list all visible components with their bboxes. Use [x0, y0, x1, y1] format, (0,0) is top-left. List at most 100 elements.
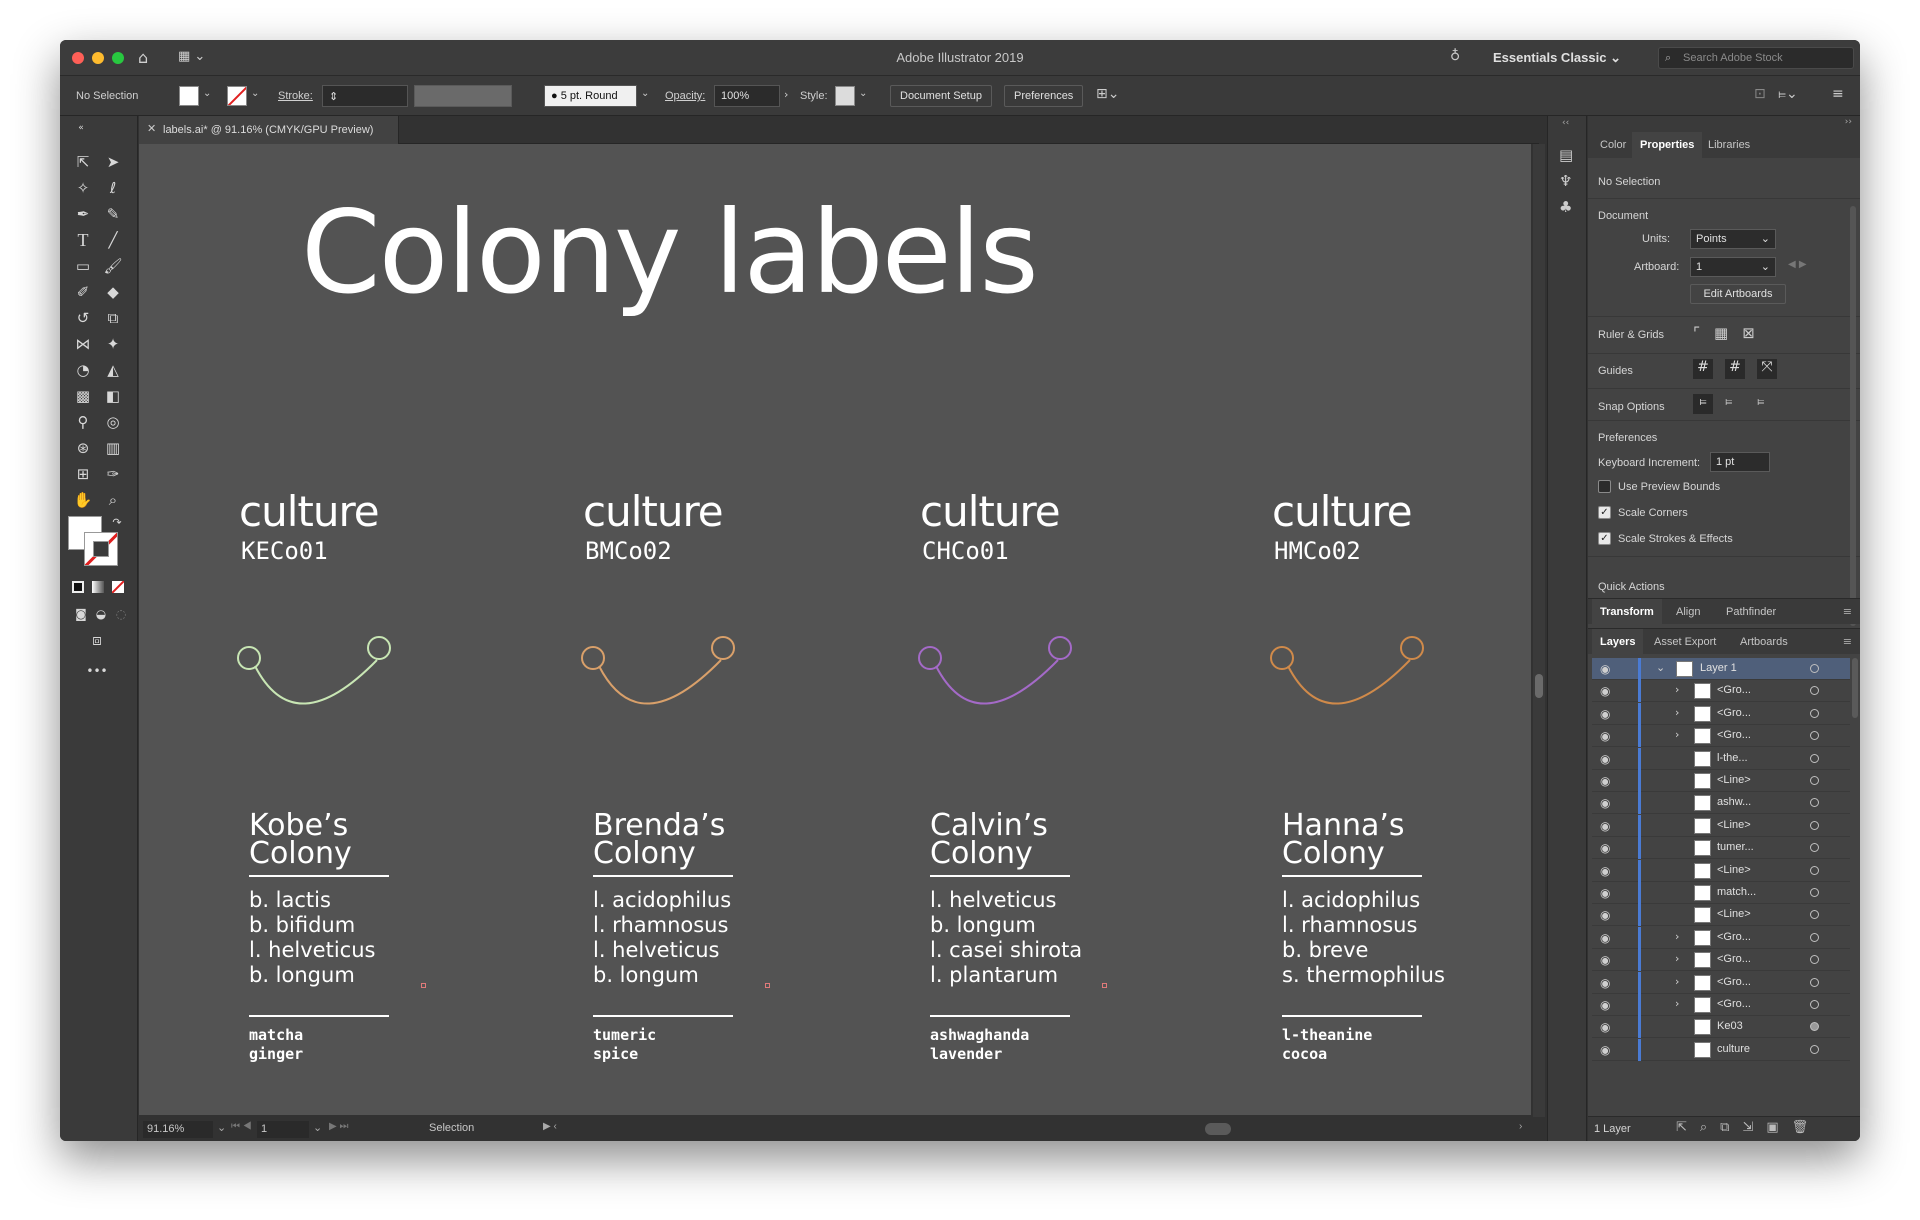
transform-menu-icon[interactable]: ≡	[1843, 605, 1852, 618]
layer-name[interactable]: <Line>	[1717, 819, 1751, 831]
eraser-tool-icon[interactable]: ◆	[102, 282, 124, 302]
layer-row[interactable]: ◉ › <Gro...	[1592, 680, 1850, 703]
layer-name[interactable]: l-the...	[1717, 752, 1748, 764]
paintbrush-tool-icon[interactable]: 🖌	[102, 256, 124, 276]
zoom-dropdown-icon[interactable]: ⌄	[217, 1121, 226, 1134]
style-dropdown-icon[interactable]: ⌄	[859, 88, 867, 99]
slice-tool-icon[interactable]: ✑	[102, 464, 124, 484]
visibility-eye-icon[interactable]: ◉	[1600, 931, 1610, 945]
status-text[interactable]: Selection	[429, 1122, 474, 1134]
visibility-eye-icon[interactable]: ◉	[1600, 864, 1610, 878]
expand-arrow-icon[interactable]: ›	[1675, 706, 1679, 719]
collapse-panel-icon[interactable]: ››	[1845, 117, 1852, 127]
scroll-right-icon[interactable]: ›	[1519, 1121, 1522, 1132]
layer-row[interactable]: ◉ match...	[1592, 882, 1850, 904]
layer-name[interactable]: <Gro...	[1717, 931, 1751, 943]
layer-row[interactable]: ◉ tumer...	[1592, 837, 1850, 860]
target-circle-icon[interactable]	[1810, 843, 1819, 853]
type-tool-icon[interactable]: T	[72, 230, 94, 250]
transform-icon[interactable]: ⊡	[1754, 86, 1766, 102]
visibility-eye-icon[interactable]: ◉	[1600, 707, 1610, 721]
layer-row[interactable]: ◉ › <Gro...	[1592, 926, 1850, 949]
visibility-eye-icon[interactable]: ◉	[1600, 976, 1610, 990]
control-menu-icon[interactable]: ≡	[1832, 86, 1844, 102]
target-circle-icon[interactable]	[1810, 753, 1819, 763]
layers-scrollbar[interactable]	[1852, 658, 1858, 718]
horizontal-scroll-thumb[interactable]	[1205, 1123, 1231, 1135]
shaper-tool-icon[interactable]: ✐	[72, 282, 94, 302]
stroke-color-box[interactable]	[84, 532, 118, 566]
vertical-scroll-thumb[interactable]	[1535, 674, 1543, 698]
visibility-eye-icon[interactable]: ◉	[1600, 998, 1610, 1012]
close-tab-icon[interactable]: ✕	[147, 122, 156, 135]
layer-name[interactable]: <Gro...	[1717, 976, 1751, 988]
layer-name[interactable]: <Line>	[1717, 864, 1751, 876]
layer-name[interactable]: <Gro...	[1717, 707, 1751, 719]
visibility-eye-icon[interactable]: ◉	[1600, 819, 1610, 833]
snap-pixel-icon[interactable]: ⫢	[1725, 394, 1732, 409]
expand-arrow-icon[interactable]: ›	[1675, 975, 1679, 988]
target-circle-icon[interactable]	[1810, 955, 1819, 965]
eyedropper-tool-icon[interactable]: ⚲	[72, 412, 94, 432]
visibility-eye-icon[interactable]: ◉	[1600, 684, 1610, 698]
width-tool-icon[interactable]: ⋈	[72, 334, 94, 354]
status-arrow-icon[interactable]: ▶ ‹	[543, 1121, 557, 1132]
stroke-label[interactable]: Stroke:	[278, 90, 313, 102]
layer-row[interactable]: ◉ <Line>	[1592, 859, 1850, 882]
visibility-eye-icon[interactable]: ◉	[1600, 953, 1610, 967]
layer-name[interactable]: <Gro...	[1717, 998, 1751, 1010]
visibility-eye-icon[interactable]: ◉	[1600, 662, 1610, 676]
stroke-weight-field[interactable]: ⇕	[322, 85, 408, 107]
fill-dropdown-icon[interactable]: ⌄	[203, 88, 211, 99]
properties-scrollbar[interactable]	[1850, 206, 1856, 626]
target-circle-icon[interactable]	[1810, 977, 1819, 987]
artboard-navigation-field[interactable]: 1	[257, 1121, 309, 1138]
edit-toolbar-icon[interactable]: •••	[86, 661, 108, 681]
draw-inside-icon[interactable]: ◌	[110, 604, 132, 624]
expand-arrow-icon[interactable]: ⌄	[1656, 661, 1665, 674]
hand-tool-icon[interactable]: ✋	[72, 490, 94, 510]
next-artboard-icon[interactable]: ▶ ⏭	[329, 1121, 348, 1132]
layer-name[interactable]: <Gro...	[1717, 684, 1751, 696]
graphic-style-swatch[interactable]	[835, 86, 855, 106]
keyboard-increment-field[interactable]: 1 pt	[1710, 452, 1770, 472]
target-circle-icon[interactable]	[1810, 731, 1819, 741]
libraries-panel-icon[interactable]: ▤	[1559, 146, 1573, 164]
layer-name[interactable]: culture	[1717, 1043, 1750, 1055]
lasso-tool-icon[interactable]: ℓ	[102, 178, 124, 198]
color-mode-icon[interactable]	[72, 581, 84, 593]
variable-width-profile[interactable]	[414, 85, 512, 107]
target-circle-icon[interactable]	[1810, 820, 1819, 830]
snap-glyph-icon[interactable]: ⫢	[1757, 394, 1764, 409]
snap-point-icon[interactable]: ⫢	[1693, 394, 1713, 414]
edit-artboards-button[interactable]: Edit Artboards	[1690, 284, 1786, 304]
layers-menu-icon[interactable]: ≡	[1843, 635, 1852, 648]
graph-tool-icon[interactable]: ▥	[102, 438, 124, 458]
artboard-nav-icon[interactable]: ◀ ▶	[1788, 259, 1807, 270]
brush-dropdown-icon[interactable]: ⌄	[641, 88, 649, 99]
show-guides-icon[interactable]: #	[1693, 359, 1713, 379]
layer-name[interactable]: Ke03	[1717, 1020, 1743, 1032]
artboard-canvas[interactable]: Colony labels culture KECo01 Kobe’s Colony…	[139, 144, 1531, 1115]
expand-panels-icon[interactable]: ‹‹	[1562, 118, 1569, 128]
layer-name[interactable]: Layer 1	[1700, 662, 1737, 674]
layers-footer-icons[interactable]: ⇱⌕⧉⇲▣🗑	[1676, 1120, 1821, 1135]
visibility-eye-icon[interactable]: ◉	[1600, 1043, 1610, 1057]
mesh-tool-icon[interactable]: ▩	[72, 386, 94, 406]
scale-corners-checkbox[interactable]: ✓	[1598, 506, 1611, 519]
draw-normal-icon[interactable]: ◙	[70, 604, 92, 624]
layer-row[interactable]: ◉ <Line>	[1592, 904, 1850, 927]
visibility-eye-icon[interactable]: ◉	[1600, 886, 1610, 900]
gradient-tool-icon[interactable]: ◧	[102, 386, 124, 406]
rotate-tool-icon[interactable]: ↺	[72, 308, 94, 328]
visibility-eye-icon[interactable]: ◉	[1600, 752, 1610, 766]
layer-row[interactable]: ◉ Ke03	[1592, 1016, 1850, 1039]
artboard-select[interactable]: 1 ⌄	[1690, 257, 1776, 277]
symbols-panel-icon[interactable]: ♣	[1559, 198, 1572, 216]
layer-name[interactable]: <Line>	[1717, 774, 1751, 786]
expand-arrow-icon[interactable]: ›	[1675, 997, 1679, 1010]
visibility-eye-icon[interactable]: ◉	[1600, 908, 1610, 922]
swap-fill-stroke-icon[interactable]: ↷	[106, 513, 128, 533]
selection-tool-icon[interactable]: ⇱	[72, 152, 94, 172]
align-icon[interactable]: ⫢⌄	[1778, 86, 1798, 102]
